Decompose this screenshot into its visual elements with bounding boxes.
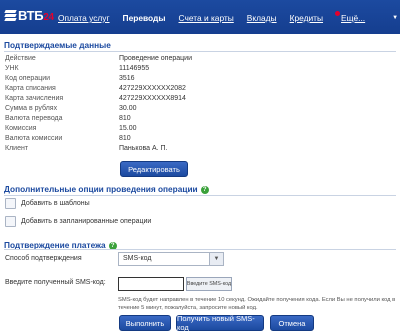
data-row: Карта списания 427229XXXXXX2082	[5, 85, 385, 95]
confirmation-method-select[interactable]: SMS-код ▼	[118, 252, 224, 266]
data-row-key: УНК	[5, 65, 19, 72]
nav-item-more[interactable]: Ещё...	[335, 11, 366, 23]
nav-item-loans[interactable]: Кредиты	[290, 13, 323, 23]
data-row-value: 3516	[119, 75, 135, 82]
notification-dot	[335, 11, 341, 16]
data-row: Валюта перевода 810	[5, 115, 385, 125]
add-to-templates-checkbox[interactable]	[5, 198, 16, 209]
sms-code-label: Введите полученный SMS-код:	[5, 279, 106, 286]
sms-code-hint-button[interactable]: Введите SMS-код	[186, 277, 232, 291]
data-row-key: Карта зачисления	[5, 95, 64, 102]
data-row-key: Карта списания	[5, 85, 56, 92]
divider	[4, 195, 396, 196]
get-new-sms-code-button[interactable]: Получить новый SMS-код	[176, 314, 264, 332]
data-row-key: Клиент	[5, 145, 29, 152]
main-menu: Оплата услуг Переводы Счета и карты Вкла…	[58, 11, 398, 25]
data-row-value: 810	[119, 135, 131, 142]
add-to-scheduled-checkbox[interactable]	[5, 216, 16, 227]
nav-more-label: Ещё...	[341, 13, 366, 23]
nav-item-transfers[interactable]: Переводы	[123, 13, 166, 23]
data-row-value: 11146955	[119, 65, 150, 72]
confirmation-method-label: Способ подтверждения	[5, 255, 82, 262]
chevron-down-icon[interactable]: ▼	[392, 15, 398, 21]
data-row: Комиссия 15.00	[5, 125, 385, 135]
execute-button[interactable]: Выполнить	[119, 315, 171, 331]
nav-item-accounts-cards[interactable]: Счета и карты	[179, 13, 234, 23]
data-row-key: Код операции	[5, 75, 51, 82]
logo-suffix: 24	[43, 12, 54, 23]
add-to-templates-label: Добавить в шаблоны	[21, 200, 90, 207]
data-row-value: 810	[119, 115, 131, 122]
logo-text: ВТБ	[18, 8, 44, 23]
help-icon[interactable]: ?	[200, 186, 209, 194]
data-row: Сумма в рублях 30.00	[5, 105, 385, 115]
data-row-value: 30.00	[119, 105, 137, 112]
data-row-key: Сумма в рублях	[5, 105, 58, 112]
chevron-down-icon[interactable]: ▼	[209, 253, 223, 265]
data-row-value: Проведение операции	[119, 55, 192, 62]
divider	[4, 51, 396, 52]
vtb-logo-icon	[4, 10, 17, 21]
data-row-key: Валюта перевода	[5, 115, 63, 122]
top-navigation-bar: ВТБ24 Оплата услуг Переводы Счета и карт…	[0, 0, 400, 34]
data-row: УНК 11146955	[5, 65, 385, 75]
edit-button[interactable]: Редактировать	[120, 161, 188, 177]
confirmed-data-title: Подтверждаемые данные	[4, 40, 111, 50]
cancel-button[interactable]: Отмена	[270, 315, 314, 331]
add-to-scheduled-label: Добавить в запланированные операции	[21, 218, 152, 225]
vtb24-logo[interactable]: ВТБ24	[4, 6, 54, 26]
additional-options-title: Дополнительные опции проведения операции…	[4, 184, 209, 194]
data-row-key: Комиссия	[5, 125, 37, 132]
additional-options-title-text: Дополнительные опции проведения операции	[4, 184, 198, 194]
sms-info-note: SMS-код будет направлен в течение 10 сек…	[118, 297, 396, 311]
data-row-key: Действие	[5, 55, 36, 62]
data-row: Карта зачисления 427229XXXXXX8914	[5, 95, 385, 105]
sms-code-input[interactable]	[118, 277, 184, 291]
data-row-value: 427229XXXXXX8914	[119, 95, 186, 102]
data-row-value: 15.00	[119, 125, 137, 132]
data-row-value: Панькова А. П.	[119, 145, 168, 152]
divider	[4, 249, 396, 250]
confirmation-method-value: SMS-код	[123, 255, 152, 262]
nav-item-payments[interactable]: Оплата услуг	[58, 13, 110, 23]
data-row-key: Валюта комиссии	[5, 135, 63, 142]
nav-item-deposits[interactable]: Вклады	[247, 13, 277, 23]
data-row: Код операции 3516	[5, 75, 385, 85]
data-row: Клиент Панькова А. П.	[5, 145, 385, 155]
data-row: Действие Проведение операции	[5, 55, 385, 65]
data-row-value: 427229XXXXXX2082	[119, 85, 186, 92]
data-row: Валюта комиссии 810	[5, 135, 385, 145]
